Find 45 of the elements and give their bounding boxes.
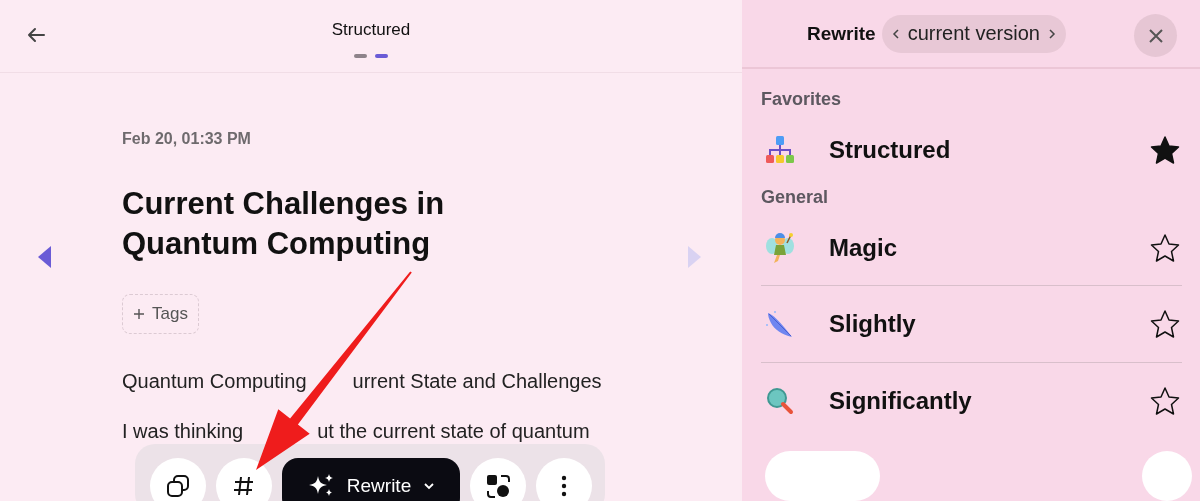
note-title: Structured: [331, 20, 411, 40]
hashtag-button[interactable]: [216, 458, 272, 501]
close-icon: [1147, 27, 1164, 44]
style-label: Magic: [829, 234, 898, 262]
rewrite-style-item[interactable]: Slightly: [761, 285, 1182, 362]
star-icon[interactable]: [1150, 135, 1180, 165]
rewrite-style-item[interactable]: Significantly: [761, 362, 1182, 439]
note-date: Feb 20, 01:33 PM: [122, 130, 251, 148]
translate-button[interactable]: [470, 458, 526, 501]
version-selector[interactable]: current version: [881, 14, 1066, 53]
page-indicator[interactable]: [375, 54, 388, 58]
copy-button[interactable]: [150, 458, 206, 501]
style-label: Significantly: [829, 387, 973, 415]
style-label: Slightly: [829, 310, 917, 338]
back-arrow-icon[interactable]: [26, 27, 46, 43]
panel-title: Rewrite: [807, 22, 876, 45]
style-label: Structured: [829, 136, 952, 164]
close-button[interactable]: [1134, 14, 1177, 57]
feather-icon: [765, 309, 795, 339]
rewrite-style-item[interactable]: Structured: [761, 113, 1182, 187]
chevron-right-icon[interactable]: [1047, 27, 1056, 40]
translate-icon: [484, 472, 512, 500]
star-icon[interactable]: [1150, 233, 1180, 263]
star-icon[interactable]: [1150, 309, 1180, 339]
fairy-icon: [765, 232, 795, 264]
paragraph-text: urrent State and Challenges: [352, 369, 602, 393]
more-icon: [561, 475, 567, 497]
add-tags-button[interactable]: Tags: [122, 294, 199, 334]
star-icon[interactable]: [1150, 386, 1180, 416]
rewrite-style-item[interactable]: Magic: [761, 211, 1182, 285]
paragraph-text: Quantum Computing: [122, 369, 307, 393]
magnifier-icon: [765, 386, 795, 416]
hashtag-icon: [232, 474, 256, 498]
note-heading: Current Challenges in Quantum Computing: [122, 185, 446, 263]
paragraph-text: I was thinking: [122, 419, 244, 443]
caret-icon: [423, 482, 436, 490]
paragraph-text: ut the current state of quantum: [317, 419, 590, 443]
chevron-left-icon[interactable]: [891, 27, 900, 40]
section-label: General: [761, 187, 830, 209]
rewrite-button[interactable]: Rewrite: [282, 458, 460, 501]
copy-icon: [165, 473, 191, 499]
plus-icon: [133, 308, 145, 320]
previous-triangle-icon[interactable]: [38, 246, 52, 268]
hierarchy-icon: [765, 135, 795, 165]
section-label: Favorites: [761, 89, 843, 111]
